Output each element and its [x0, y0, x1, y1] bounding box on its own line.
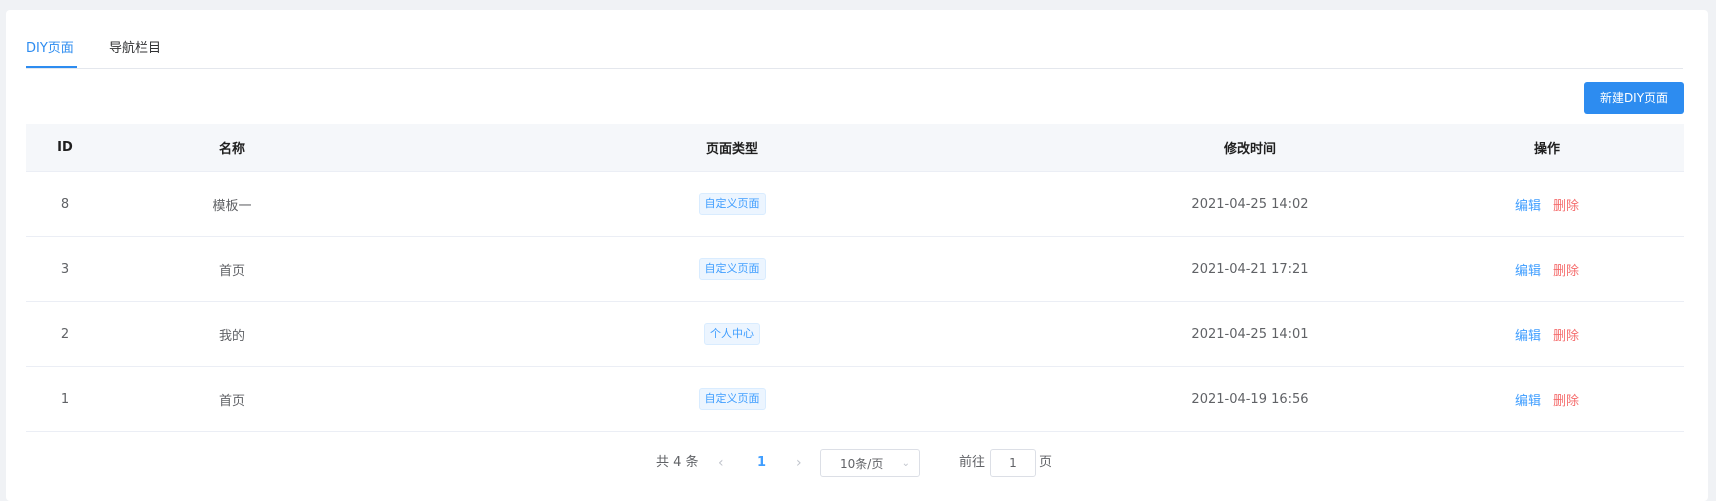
page-type-tag: 个人中心 — [704, 323, 760, 345]
table-row: 8 模板一 自定义页面 2021-04-25 14:02 编辑 删除 — [26, 172, 1684, 237]
tab-diy-pages[interactable]: DIY页面 — [26, 28, 74, 69]
delete-link[interactable]: 删除 — [1553, 390, 1579, 409]
cell-ops: 编辑 删除 — [1402, 367, 1692, 431]
table-row: 3 首页 自定义页面 2021-04-21 17:21 编辑 删除 — [26, 237, 1684, 302]
tab-bar: DIY页面 导航栏目 — [26, 28, 1683, 69]
goto-suffix: 页 — [1039, 455, 1053, 470]
tab-nav-columns[interactable]: 导航栏目 — [109, 28, 161, 69]
cell-ops: 编辑 删除 — [1402, 302, 1692, 366]
page-type-tag: 自定义页面 — [698, 388, 766, 410]
page-number-current[interactable]: 1 — [757, 449, 766, 477]
page-size-select[interactable]: 10条/页 ⌄ — [820, 449, 920, 477]
edit-link[interactable]: 编辑 — [1515, 390, 1541, 409]
page-size-value: 10条/页 — [840, 457, 884, 471]
table-row: 2 我的 个人中心 2021-04-25 14:01 编辑 删除 — [26, 302, 1684, 367]
edit-link[interactable]: 编辑 — [1515, 325, 1541, 344]
new-diy-page-button[interactable]: 新建DIY页面 — [1584, 82, 1684, 114]
cell-ops: 编辑 删除 — [1402, 237, 1692, 301]
chevron-down-icon: ⌄ — [901, 458, 910, 469]
goto-page-input[interactable] — [990, 449, 1036, 477]
prev-page-icon[interactable]: ‹ — [718, 449, 724, 477]
delete-link[interactable]: 删除 — [1553, 195, 1579, 214]
page-type-tag: 自定义页面 — [698, 258, 766, 280]
header-ops: 操作 — [1533, 142, 1560, 157]
delete-link[interactable]: 删除 — [1553, 325, 1579, 344]
edit-link[interactable]: 编辑 — [1515, 260, 1541, 279]
page-type-tag: 自定义页面 — [698, 193, 766, 215]
pagination: 共 4 条 ‹ 1 › 10条/页 ⌄ 前往 页 — [0, 449, 1716, 479]
edit-link[interactable]: 编辑 — [1515, 195, 1541, 214]
next-page-icon[interactable]: › — [796, 449, 802, 477]
goto-label: 前往 — [959, 455, 986, 470]
delete-link[interactable]: 删除 — [1553, 260, 1579, 279]
cell-ops: 编辑 删除 — [1402, 172, 1692, 236]
pagination-total: 共 4 条 — [656, 455, 699, 470]
table-header: ID 名称 页面类型 修改时间 操作 — [26, 124, 1684, 172]
tab-active-indicator — [26, 66, 77, 68]
diy-pages-table: ID 名称 页面类型 修改时间 操作 8 模板一 自定义页面 2021-04-2… — [26, 124, 1684, 432]
table-row: 1 首页 自定义页面 2021-04-19 16:56 编辑 删除 — [26, 367, 1684, 432]
